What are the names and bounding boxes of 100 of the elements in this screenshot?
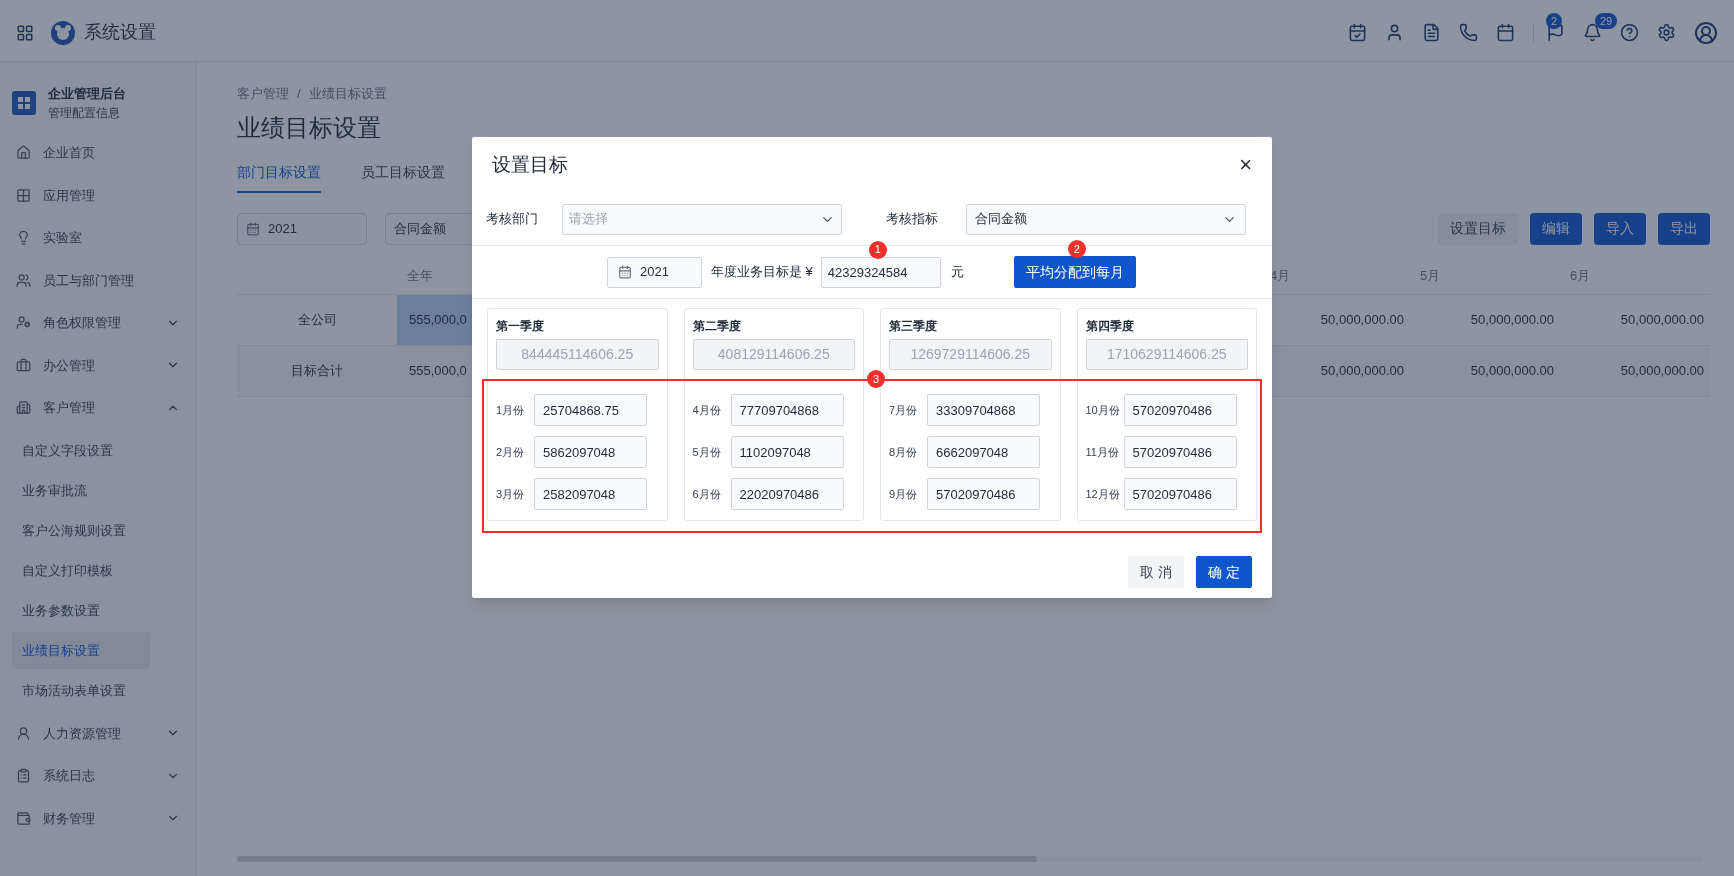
month-input[interactable]: 33309704868 (927, 394, 1040, 426)
target-input[interactable]: 42329324584 (820, 256, 941, 288)
brand-subtitle: 管理配置信息 (48, 104, 121, 122)
month-input[interactable]: 57020970486 (1123, 478, 1237, 510)
sidebar-subitem[interactable]: 业务参数设置 (12, 592, 150, 629)
user-icon[interactable] (1385, 23, 1404, 42)
user-icon (16, 315, 31, 331)
sidebar-subitem[interactable]: 业绩目标设置 (12, 632, 150, 669)
column-header: 全年 (407, 268, 433, 284)
sidebar-subitem[interactable]: 客户公海规则设置 (12, 512, 150, 549)
clipboard-icon (16, 768, 31, 784)
year-picker[interactable]: 2021 (607, 256, 702, 288)
sidebar-item[interactable]: 办公管理 (0, 344, 196, 387)
month-input[interactable]: 5862097048 (534, 436, 647, 468)
toolbar-button[interactable]: 编辑 (1530, 212, 1582, 245)
toolbar-button[interactable]: 导入 (1594, 212, 1646, 245)
quarter-total: 408129114606.25 (692, 339, 855, 370)
flag-icon[interactable] (1546, 23, 1565, 42)
quarter-total: 1710629114606.25 (1085, 339, 1248, 370)
month-input[interactable]: 57020970486 (927, 478, 1040, 510)
calendar-check-icon[interactable] (1348, 23, 1367, 42)
quarter-total: 1269729114606.25 (889, 339, 1052, 370)
breadcrumb-current: 业绩目标设置 (308, 85, 387, 103)
table-cell-text: 50,000,000.00 (1319, 310, 1405, 329)
breadcrumb-link[interactable]: 客户管理 (237, 84, 289, 104)
help-icon[interactable] (1620, 23, 1639, 42)
quarter-title: 第三季度 (889, 318, 938, 335)
table-cell-text: 50,000,000.00 (1619, 361, 1705, 380)
month-label: 11月份 (1085, 444, 1120, 460)
month-label: 7月份 (889, 402, 919, 418)
user-icon (16, 725, 31, 741)
toolbar-button[interactable]: 导出 (1658, 212, 1710, 245)
month-input[interactable]: 6662097048 (927, 436, 1040, 468)
month-input[interactable]: 57020970486 (1123, 394, 1237, 426)
count-badge: 2 (1546, 13, 1563, 29)
table-cell: 555,000,0 (397, 294, 472, 345)
table-cell-text: 50,000,000.00 (1319, 361, 1405, 380)
unit-label: 元 (950, 263, 964, 282)
sidebar-item[interactable]: 企业首页 (0, 131, 196, 174)
phone-icon[interactable] (1459, 23, 1478, 42)
month-label: 9月份 (889, 486, 919, 502)
month-input[interactable]: 25704868.75 (534, 394, 647, 426)
month-label: 3月份 (496, 486, 526, 502)
sidebar-item[interactable]: 应用管理 (0, 174, 196, 217)
calendar-icon (618, 265, 632, 279)
field-label: 考核指标 (886, 210, 939, 229)
month-input[interactable]: 2582097048 (534, 478, 647, 510)
apps-icon[interactable] (16, 23, 34, 42)
avatar-icon[interactable] (1694, 20, 1718, 45)
briefcase-icon (16, 357, 31, 373)
month-label: 4月份 (692, 402, 722, 418)
month-label: 1月份 (496, 402, 526, 418)
scrollbar-thumb[interactable] (237, 856, 1037, 862)
year-picker[interactable]: 2021 (237, 212, 367, 245)
sidebar-item[interactable]: 客户管理 (0, 386, 196, 429)
cancel-button[interactable]: 取 消 (1128, 556, 1185, 588)
close-button[interactable]: × (1239, 154, 1252, 176)
table-cell-text: 50,000,000.00 (1619, 310, 1705, 329)
bulb-icon (16, 230, 31, 246)
department-select[interactable]: 请选择 (562, 203, 842, 235)
month-input[interactable]: 1102097048 (730, 436, 844, 468)
confirm-button[interactable]: 确 定 (1196, 556, 1252, 588)
marker-badge: 3 (867, 370, 885, 388)
building-icon (16, 400, 31, 416)
settings-icon[interactable] (1657, 23, 1676, 42)
calendar-icon[interactable] (1496, 23, 1515, 42)
quarter-title: 第二季度 (692, 318, 742, 335)
sidebar-item[interactable]: 人力资源管理 (0, 712, 196, 755)
month-label: 8月份 (889, 444, 919, 460)
metric-select[interactable]: 合同金额 (966, 203, 1246, 235)
marker-badge: 1 (868, 240, 887, 259)
toolbar-button[interactable]: 设置目标 (1438, 212, 1518, 245)
table-cell-text: 50,000,000.00 (1469, 310, 1555, 329)
sidebar-subitem[interactable]: 业务审批流 (12, 472, 150, 509)
sidebar-subitem[interactable]: 市场活动表单设置 (12, 672, 150, 709)
tab[interactable]: 部门目标设置 (237, 161, 321, 193)
table-cell-text: 50,000,000.00 (1469, 361, 1555, 380)
bell-icon[interactable] (1583, 23, 1602, 42)
month-label: 12月份 (1085, 486, 1121, 502)
month-input[interactable]: 57020970486 (1123, 436, 1237, 468)
sidebar-item[interactable]: 实验室 (0, 216, 196, 259)
brand-title: 企业管理后台 (48, 85, 126, 103)
column-header: 6月 (1570, 268, 1591, 284)
wallet-icon (16, 810, 31, 826)
month-input[interactable]: 22020970486 (730, 478, 844, 510)
sidebar-item[interactable]: 财务管理 (0, 797, 196, 840)
sidebar-item[interactable]: 角色权限管理 (0, 301, 196, 344)
tab[interactable]: 员工目标设置 (361, 161, 445, 193)
sidebar-subitem[interactable]: 自定义字段设置 (12, 432, 150, 469)
quarter-title: 第四季度 (1085, 318, 1135, 335)
sidebar-subitem[interactable]: 自定义打印模板 (12, 552, 150, 589)
table-cell-text: 全公司 (296, 310, 338, 329)
document-icon[interactable] (1422, 23, 1441, 42)
count-badge: 29 (1595, 13, 1618, 29)
distribute-button[interactable]: 平均分配到每月 (1013, 256, 1136, 288)
sidebar-item[interactable]: 员工与部门管理 (0, 259, 196, 302)
month-input[interactable]: 77709704868 (730, 394, 844, 426)
app-title: 系统设置 (84, 21, 156, 44)
sidebar-item[interactable]: 系统日志 (0, 754, 196, 797)
month-label: 6月份 (692, 486, 722, 502)
